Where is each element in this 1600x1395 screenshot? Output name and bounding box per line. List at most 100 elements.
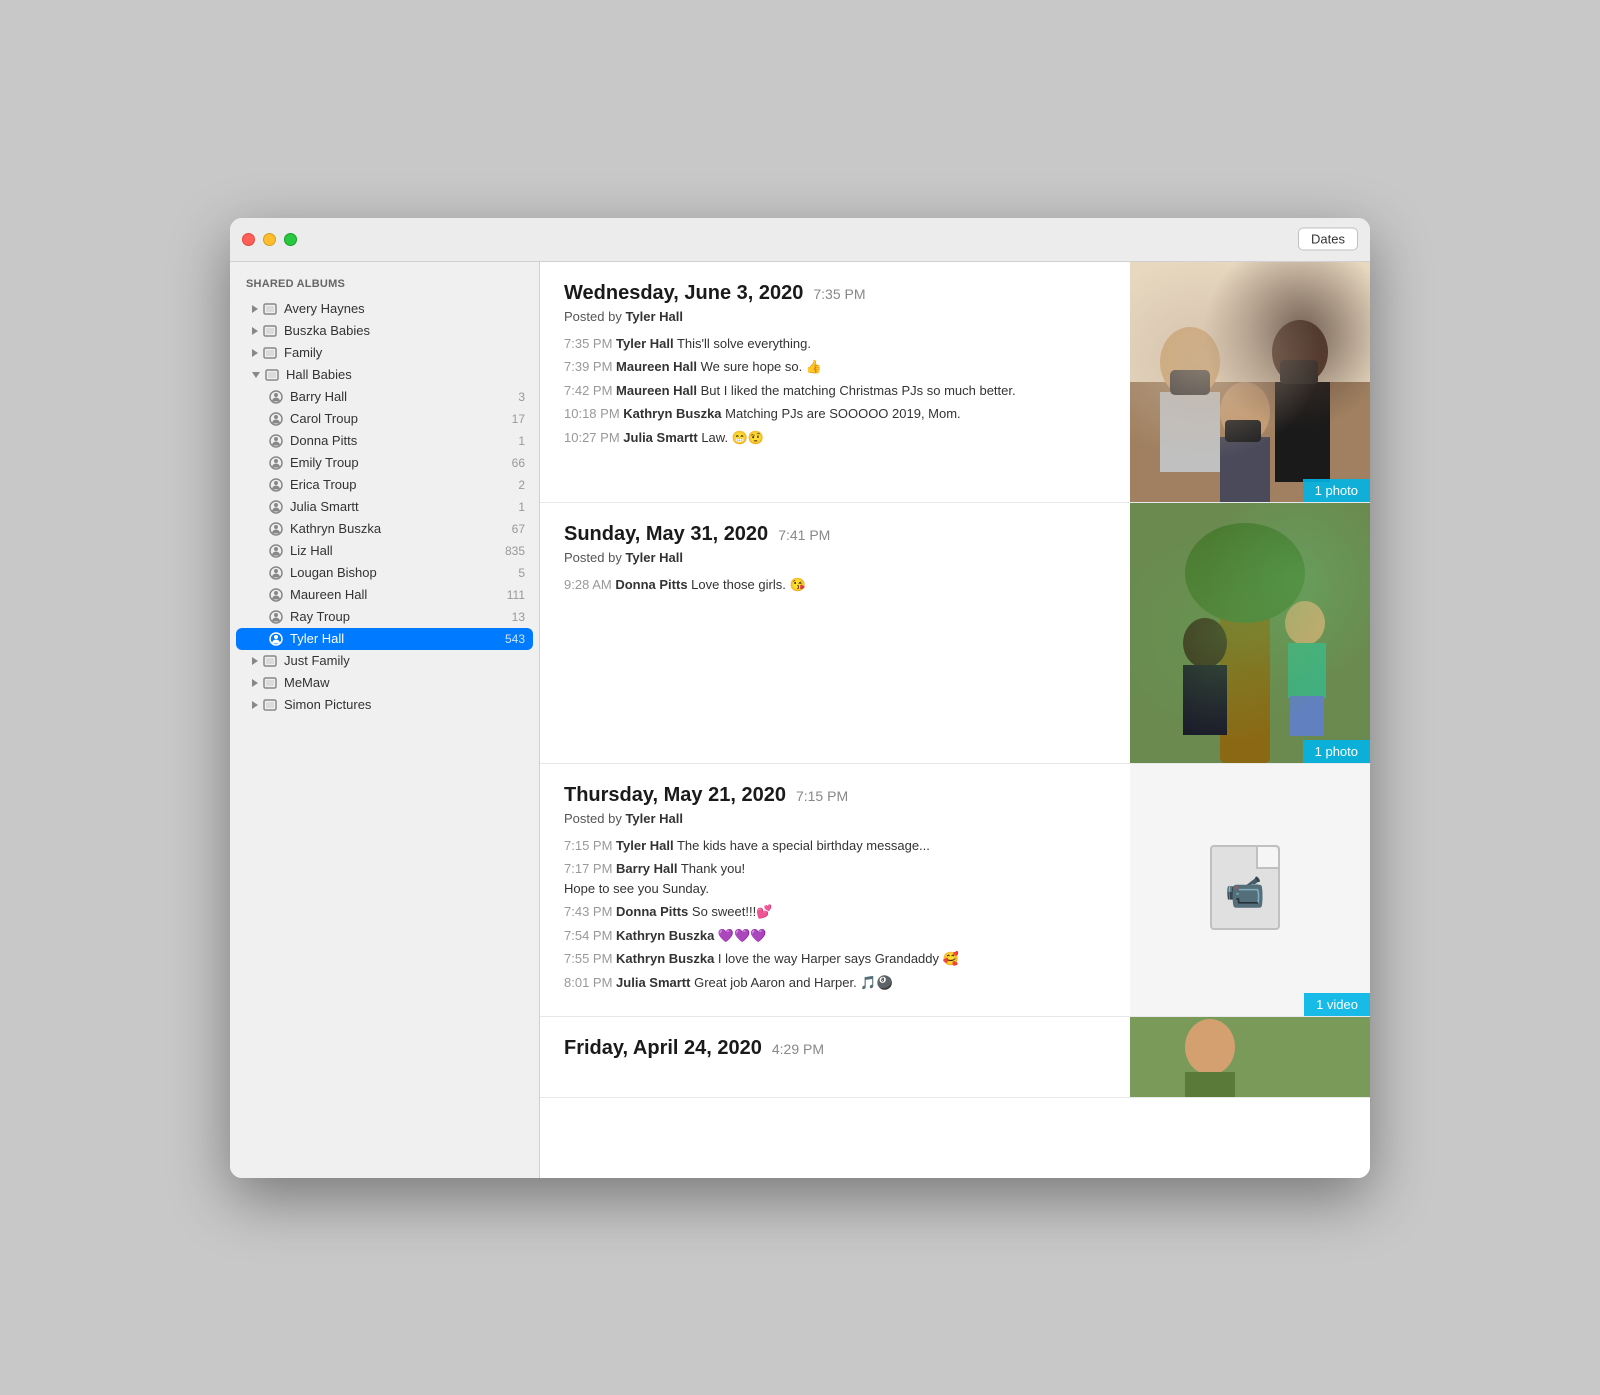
close-button[interactable] <box>242 233 255 246</box>
sidebar-label: Avery Haynes <box>284 301 365 316</box>
sidebar-label: Hall Babies <box>286 367 352 382</box>
post-date-line: Sunday, May 31, 2020 7:41 PM <box>564 523 1106 546</box>
fullscreen-button[interactable] <box>284 233 297 246</box>
comment-time: 9:28 AM <box>564 577 612 592</box>
sidebar-item-liz-hall[interactable]: Liz Hall 835 <box>236 540 533 562</box>
post-by: Posted by Tyler Hall <box>564 309 1106 324</box>
chevron-right-icon <box>252 701 258 709</box>
media-label: 1 video <box>1304 993 1370 1016</box>
sidebar-item-buszka-babies[interactable]: Buszka Babies <box>236 320 533 342</box>
post-author: Tyler Hall <box>625 811 683 826</box>
post-media[interactable]: 📹 1 video <box>1130 764 1370 1017</box>
sidebar-item-carol-troup[interactable]: Carol Troup 17 <box>236 408 533 430</box>
post-media[interactable]: 1 photo <box>1130 262 1370 502</box>
post-media[interactable] <box>1130 1017 1370 1097</box>
sidebar-label: Julia Smartt <box>290 499 359 514</box>
sidebar-label: Family <box>284 345 322 360</box>
content-area: SHARED ALBUMS Avery Haynes Buszka Babies <box>230 262 1370 1178</box>
sidebar-label: Emily Troup <box>290 455 359 470</box>
sidebar-item-ray-troup[interactable]: Ray Troup 13 <box>236 606 533 628</box>
post-text: Thursday, May 21, 2020 7:15 PM Posted by… <box>540 764 1130 1017</box>
comment-author: Kathryn Buszka <box>623 406 721 421</box>
post-date-line: Thursday, May 21, 2020 7:15 PM <box>564 784 1106 807</box>
sidebar-label: Carol Troup <box>290 411 358 426</box>
sidebar-item-emily-troup[interactable]: Emily Troup 66 <box>236 452 533 474</box>
person-icon <box>268 389 284 405</box>
post-entry: Sunday, May 31, 2020 7:41 PM Posted by T… <box>540 503 1370 764</box>
person-icon <box>268 411 284 427</box>
sidebar-item-donna-pitts[interactable]: Donna Pitts 1 <box>236 430 533 452</box>
post-entry: Friday, April 24, 2020 4:29 PM <box>540 1017 1370 1098</box>
sidebar-item-tyler-hall[interactable]: Tyler Hall 543 <box>236 628 533 650</box>
sidebar-item-maureen-hall[interactable]: Maureen Hall 111 <box>236 584 533 606</box>
post-time: 7:41 PM <box>778 527 830 543</box>
comment: 10:18 PM Kathryn Buszka Matching PJs are… <box>564 404 1106 424</box>
comment-author: Julia Smartt <box>623 430 697 445</box>
sidebar-label: Tyler Hall <box>290 631 344 646</box>
item-count: 66 <box>512 456 525 470</box>
video-file-icon: 📹 <box>1210 845 1290 935</box>
sidebar-item-lougan-bishop[interactable]: Lougan Bishop 5 <box>236 562 533 584</box>
post-date: Friday, April 24, 2020 <box>564 1037 762 1060</box>
photo-placeholder <box>1130 1017 1370 1097</box>
comment-time: 10:18 PM <box>564 406 620 421</box>
post-entry: Wednesday, June 3, 2020 7:35 PM Posted b… <box>540 262 1370 503</box>
comment-time: 10:27 PM <box>564 430 620 445</box>
photo-placeholder <box>1130 262 1370 502</box>
sidebar-label: MeMaw <box>284 675 330 690</box>
comment-time: 8:01 PM <box>564 975 612 990</box>
album-icon <box>262 323 278 339</box>
video-placeholder: 📹 <box>1130 764 1370 1017</box>
post-text: Wednesday, June 3, 2020 7:35 PM Posted b… <box>540 262 1130 502</box>
sidebar-item-just-family[interactable]: Just Family <box>236 650 533 672</box>
comment-time: 7:17 PM <box>564 861 612 876</box>
comment-time: 7:15 PM <box>564 838 612 853</box>
item-count: 2 <box>518 478 525 492</box>
sidebar-item-barry-hall[interactable]: Barry Hall 3 <box>236 386 533 408</box>
chevron-right-icon <box>252 305 258 313</box>
comment: 7:39 PM Maureen Hall We sure hope so. 👍 <box>564 357 1106 377</box>
post-date-line: Friday, April 24, 2020 4:29 PM <box>564 1037 1106 1060</box>
person-icon <box>268 521 284 537</box>
comment-author: Kathryn Buszka <box>616 928 714 943</box>
post-time: 4:29 PM <box>772 1041 824 1057</box>
comment: 7:55 PM Kathryn Buszka I love the way Ha… <box>564 949 1106 969</box>
person-icon <box>268 543 284 559</box>
comment-time: 7:39 PM <box>564 359 612 374</box>
dates-button[interactable]: Dates <box>1298 228 1358 251</box>
item-count: 1 <box>518 500 525 514</box>
post-time: 7:35 PM <box>813 286 865 302</box>
app-window: Dates SHARED ALBUMS Avery Haynes Buszka … <box>230 218 1370 1178</box>
chevron-right-icon <box>252 349 258 357</box>
minimize-button[interactable] <box>263 233 276 246</box>
sidebar-item-erica-troup[interactable]: Erica Troup 2 <box>236 474 533 496</box>
sidebar-label: Barry Hall <box>290 389 347 404</box>
post-time: 7:15 PM <box>796 788 848 804</box>
post-by: Posted by Tyler Hall <box>564 550 1106 565</box>
sidebar-item-family[interactable]: Family <box>236 342 533 364</box>
sidebar-item-kathryn-buszka[interactable]: Kathryn Buszka 67 <box>236 518 533 540</box>
person-icon <box>268 631 284 647</box>
person-icon <box>268 587 284 603</box>
album-icon <box>262 697 278 713</box>
comment-time: 7:42 PM <box>564 383 612 398</box>
item-count: 1 <box>518 434 525 448</box>
sidebar-item-julia-smartt[interactable]: Julia Smartt 1 <box>236 496 533 518</box>
post-by: Posted by Tyler Hall <box>564 811 1106 826</box>
item-count: 17 <box>512 412 525 426</box>
comment-time: 7:43 PM <box>564 904 612 919</box>
post-media[interactable]: 1 photo <box>1130 503 1370 763</box>
album-icon <box>262 301 278 317</box>
sidebar-label: Maureen Hall <box>290 587 367 602</box>
album-icon <box>262 345 278 361</box>
comment-time: 7:55 PM <box>564 951 612 966</box>
item-count: 5 <box>518 566 525 580</box>
comment-time: 7:35 PM <box>564 336 612 351</box>
sidebar-item-hall-babies[interactable]: Hall Babies <box>236 364 533 386</box>
comment: 10:27 PM Julia Smartt Law. 😁🤨 <box>564 428 1106 448</box>
item-count: 13 <box>512 610 525 624</box>
sidebar-item-avery-haynes[interactable]: Avery Haynes <box>236 298 533 320</box>
sidebar-item-memaw[interactable]: MeMaw <box>236 672 533 694</box>
post-date: Thursday, May 21, 2020 <box>564 784 786 807</box>
sidebar-item-simon-pictures[interactable]: Simon Pictures <box>236 694 533 716</box>
